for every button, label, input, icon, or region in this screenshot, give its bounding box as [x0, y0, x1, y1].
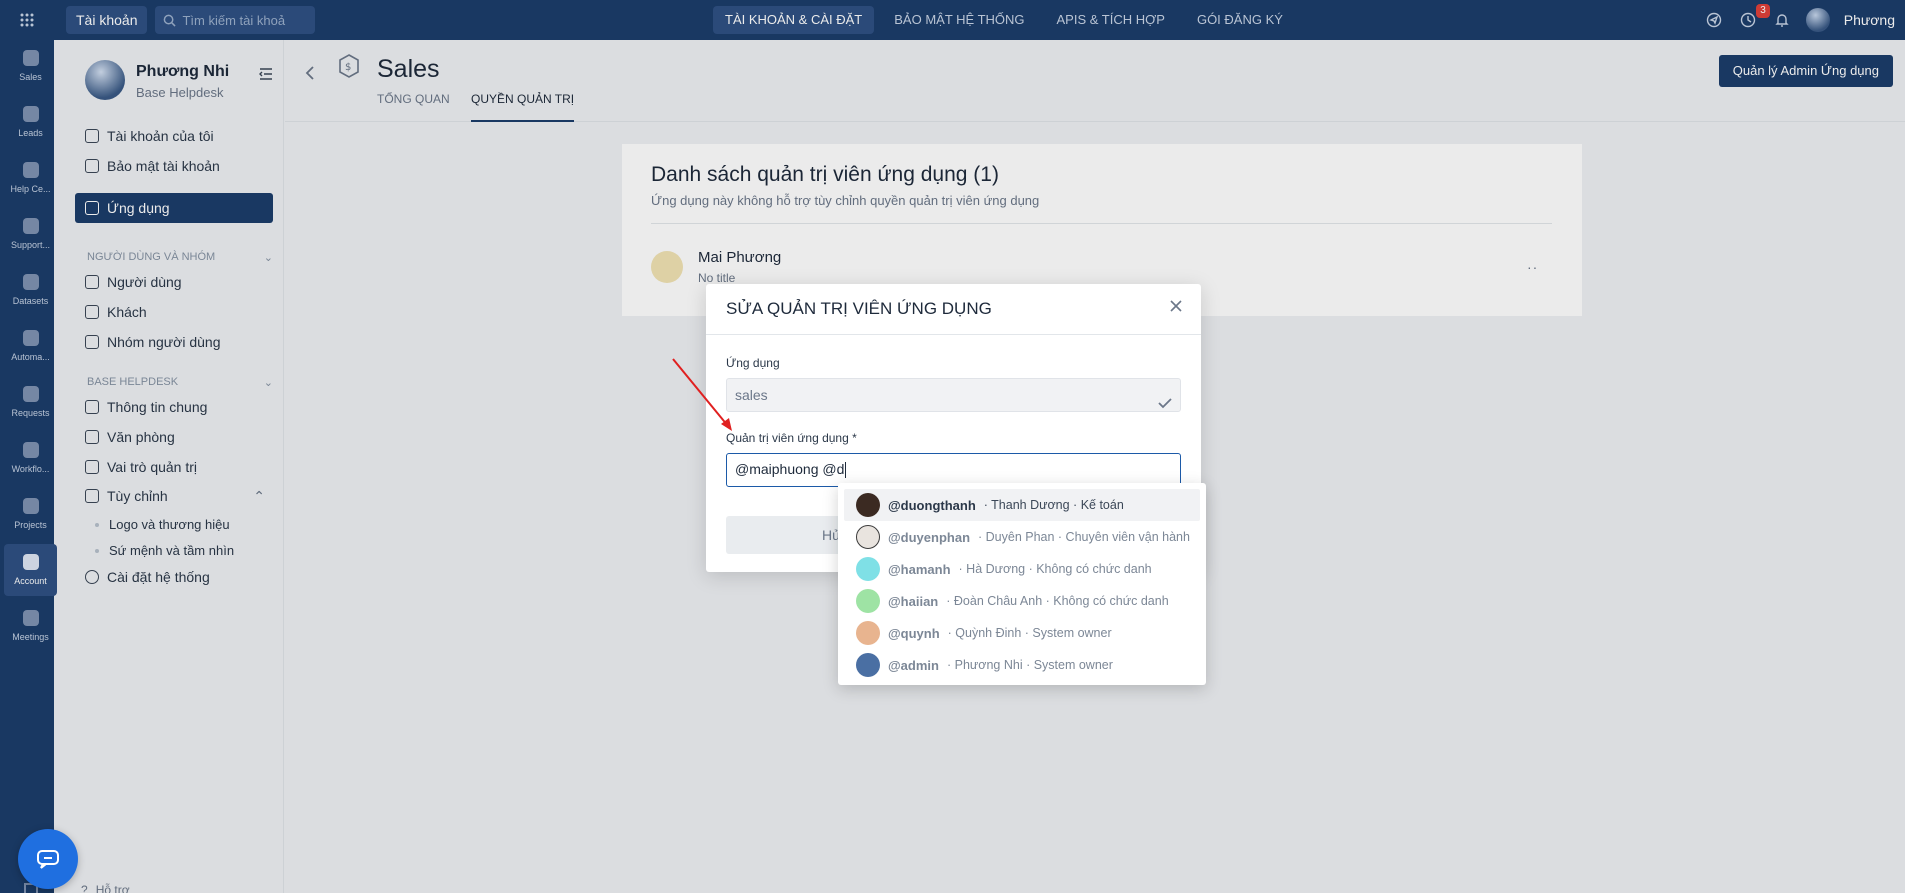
mention-option[interactable]: @admin · Phương Nhi · System owner: [844, 649, 1200, 681]
chat-support-button[interactable]: [18, 829, 78, 889]
mention-option[interactable]: @hamanh · Hà Dương · Không có chức danh: [844, 553, 1200, 585]
mention-option[interactable]: @duyenphan · Duyên Phan · Chuyên viên vận…: [844, 521, 1200, 553]
avatar: [856, 589, 880, 613]
avatar: [856, 493, 880, 517]
mention-option[interactable]: @duongthanh · Thanh Dương · Kế toán: [844, 489, 1200, 521]
avatar: [856, 525, 880, 549]
admin-mention-input[interactable]: @maiphuong @d: [726, 453, 1181, 487]
text-caret: [845, 462, 847, 479]
avatar: [856, 653, 880, 677]
mention-option[interactable]: @haiian · Đoàn Châu Anh · Không có chức d…: [844, 585, 1200, 617]
check-icon: [1158, 388, 1172, 420]
modal-title: SỬA QUẢN TRỊ VIÊN ỨNG DỤNG: [726, 299, 992, 318]
admin-field-label: Quản trị viên ứng dụng *: [726, 431, 857, 445]
divider: [706, 334, 1201, 335]
annotation-arrow: [672, 358, 732, 431]
avatar: [856, 621, 880, 645]
close-icon[interactable]: [1169, 299, 1183, 316]
avatar: [856, 557, 880, 581]
mention-dropdown: @duongthanh · Thanh Dương · Kế toán @duye…: [838, 483, 1206, 685]
admin-input-value: @maiphuong @d: [735, 461, 845, 477]
app-select[interactable]: sales: [726, 378, 1181, 412]
chat-icon: [37, 850, 59, 869]
mention-option[interactable]: @quynh · Quỳnh Đinh · System owner: [844, 617, 1200, 649]
